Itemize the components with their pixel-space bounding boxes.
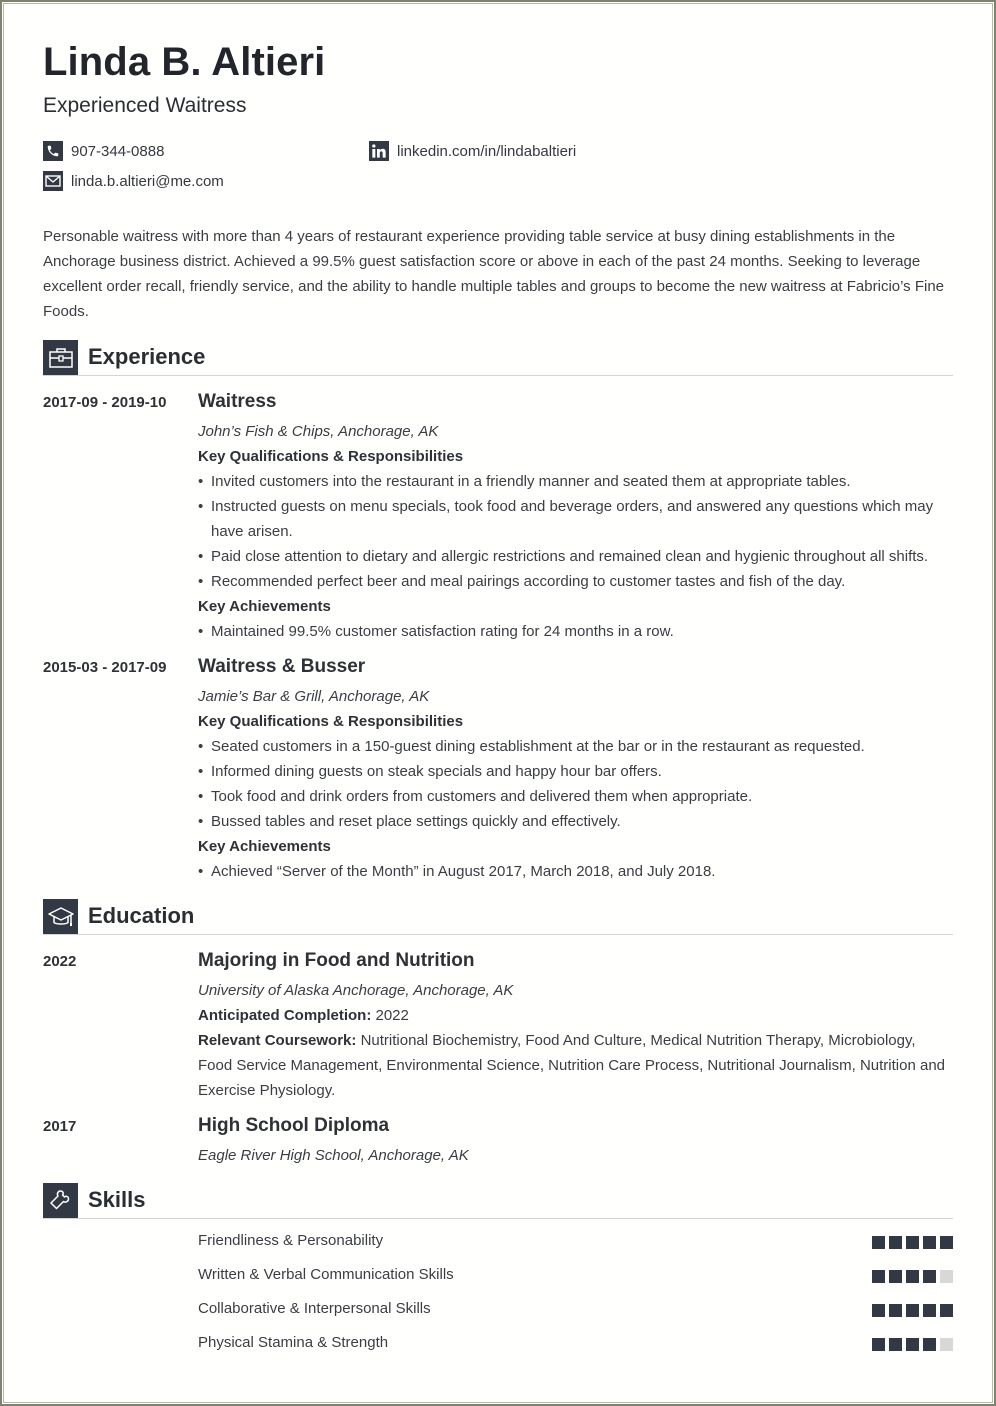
job-employer: John’s Fish & Chips, Anchorage, AK bbox=[198, 423, 439, 440]
skill-row: Collaborative & Interpersonal Skills bbox=[198, 1300, 953, 1320]
rating-square-filled bbox=[923, 1304, 936, 1317]
skill-row: Written & Verbal Communication Skills bbox=[198, 1266, 953, 1286]
qualifications-heading: Key Qualifications & Responsibilities bbox=[198, 713, 464, 730]
contact-linkedin: linkedin.com/in/lindabaltieri bbox=[369, 141, 576, 161]
rating-square-filled bbox=[889, 1236, 902, 1249]
professional-summary: Personable waitress with more than 4 yea… bbox=[43, 228, 945, 320]
job-employer: Jamie’s Bar & Grill, Anchorage, AK bbox=[198, 688, 430, 705]
qualifications-heading: Key Qualifications & Responsibilities bbox=[198, 448, 464, 465]
skill-row: Physical Stamina & Strength bbox=[198, 1334, 953, 1354]
rating-square-filled bbox=[906, 1270, 919, 1283]
anticipated-completion: Anticipated Completion: 2022 bbox=[198, 1003, 953, 1028]
linkedin-url[interactable]: linkedin.com/in/lindabaltieri bbox=[397, 143, 576, 160]
skill-name: Friendliness & Personability bbox=[198, 1232, 384, 1249]
list-item: Invited customers into the restaurant in… bbox=[198, 469, 953, 494]
rating-square-filled bbox=[906, 1304, 919, 1317]
list-item: Seated customers in a 150-guest dining e… bbox=[198, 734, 953, 759]
phone-icon bbox=[43, 141, 63, 161]
list-item: Paid close attention to dietary and alle… bbox=[198, 544, 953, 569]
skill-name: Written & Verbal Communication Skills bbox=[198, 1266, 454, 1283]
skill-row: Friendliness & Personability bbox=[198, 1232, 953, 1252]
section-title: Skills bbox=[88, 1187, 146, 1212]
rating-square-filled bbox=[889, 1270, 902, 1283]
rating-square-filled bbox=[906, 1236, 919, 1249]
rating-square-filled bbox=[906, 1338, 919, 1351]
rating-square-filled bbox=[923, 1236, 936, 1249]
rating-square-filled bbox=[923, 1338, 936, 1351]
experience-section-header: Experience bbox=[43, 340, 953, 376]
job-dates: 2017-09 - 2019-10 bbox=[43, 394, 167, 411]
skill-rating bbox=[872, 1304, 953, 1317]
completion-label: Anticipated Completion: bbox=[198, 1007, 372, 1024]
section-title: Education bbox=[88, 903, 195, 928]
list-item: Took food and drink orders from customer… bbox=[198, 784, 953, 809]
school-name: Eagle River High School, Anchorage, AK bbox=[198, 1147, 469, 1164]
section-divider bbox=[43, 1218, 953, 1219]
degree-title: High School Diploma bbox=[198, 1115, 390, 1136]
candidate-name: Linda B. Altieri bbox=[43, 40, 326, 84]
contact-phone: 907-344-0888 bbox=[43, 141, 164, 161]
achievements-heading: Key Achievements bbox=[198, 598, 331, 615]
completion-value: 2022 bbox=[375, 1007, 409, 1024]
contact-email: linda.b.altieri@me.com bbox=[43, 171, 224, 191]
rating-square-filled bbox=[872, 1338, 885, 1351]
job-dates: 2015-03 - 2017-09 bbox=[43, 659, 167, 676]
skill-rating bbox=[872, 1338, 953, 1351]
rating-square-filled bbox=[889, 1338, 902, 1351]
job-title: Waitress bbox=[198, 391, 277, 412]
skill-name: Collaborative & Interpersonal Skills bbox=[198, 1300, 431, 1317]
rating-square-filled bbox=[940, 1236, 953, 1249]
linkedin-icon bbox=[369, 141, 389, 161]
skills-section-header: Skills bbox=[43, 1183, 953, 1219]
list-item: Achieved “Server of the Month” in August… bbox=[198, 859, 953, 884]
email-icon bbox=[43, 171, 63, 191]
candidate-title: Experienced Waitress bbox=[43, 94, 247, 117]
puzzle-piece-icon bbox=[43, 1183, 78, 1218]
list-item: Bussed tables and reset place settings q… bbox=[198, 809, 953, 834]
rating-square-filled bbox=[872, 1270, 885, 1283]
list-item: Maintained 99.5% customer satisfaction r… bbox=[198, 619, 953, 644]
job-title: Waitress & Busser bbox=[198, 656, 366, 677]
skill-name: Physical Stamina & Strength bbox=[198, 1334, 389, 1351]
rating-square-filled bbox=[872, 1304, 885, 1317]
rating-square-filled bbox=[923, 1270, 936, 1283]
achievements-heading: Key Achievements bbox=[198, 838, 331, 855]
degree-title: Majoring in Food and Nutrition bbox=[198, 950, 475, 971]
relevant-coursework: Relevant Coursework: Nutritional Biochem… bbox=[198, 1028, 953, 1103]
section-title: Experience bbox=[88, 344, 206, 369]
qualifications-list: Seated customers in a 150-guest dining e… bbox=[198, 734, 953, 834]
skill-rating bbox=[872, 1270, 953, 1283]
section-divider bbox=[43, 375, 953, 376]
coursework-label: Relevant Coursework: bbox=[198, 1032, 357, 1049]
email-address[interactable]: linda.b.altieri@me.com bbox=[71, 173, 224, 190]
achievements-list: Achieved “Server of the Month” in August… bbox=[198, 859, 953, 884]
phone-number: 907-344-0888 bbox=[71, 142, 165, 160]
achievements-list: Maintained 99.5% customer satisfaction r… bbox=[198, 619, 953, 644]
rating-square-empty bbox=[940, 1270, 953, 1283]
rating-square-filled bbox=[872, 1236, 885, 1249]
rating-square-empty bbox=[940, 1338, 953, 1351]
qualifications-list: Invited customers into the restaurant in… bbox=[198, 469, 953, 594]
education-year: 2022 bbox=[43, 953, 77, 970]
list-item: Instructed guests on menu specials, took… bbox=[198, 494, 953, 544]
education-section-header: Education bbox=[43, 899, 953, 935]
school-name: University of Alaska Anchorage, Anchorag… bbox=[198, 982, 514, 999]
rating-square-filled bbox=[889, 1304, 902, 1317]
education-year: 2017 bbox=[43, 1118, 77, 1135]
graduation-cap-icon bbox=[43, 899, 78, 934]
rating-square-filled bbox=[940, 1304, 953, 1317]
list-item: Informed dining guests on steak specials… bbox=[198, 759, 953, 784]
list-item: Recommended perfect beer and meal pairin… bbox=[198, 569, 953, 594]
section-divider bbox=[43, 934, 953, 935]
briefcase-icon bbox=[43, 340, 78, 375]
skill-rating bbox=[872, 1236, 953, 1249]
